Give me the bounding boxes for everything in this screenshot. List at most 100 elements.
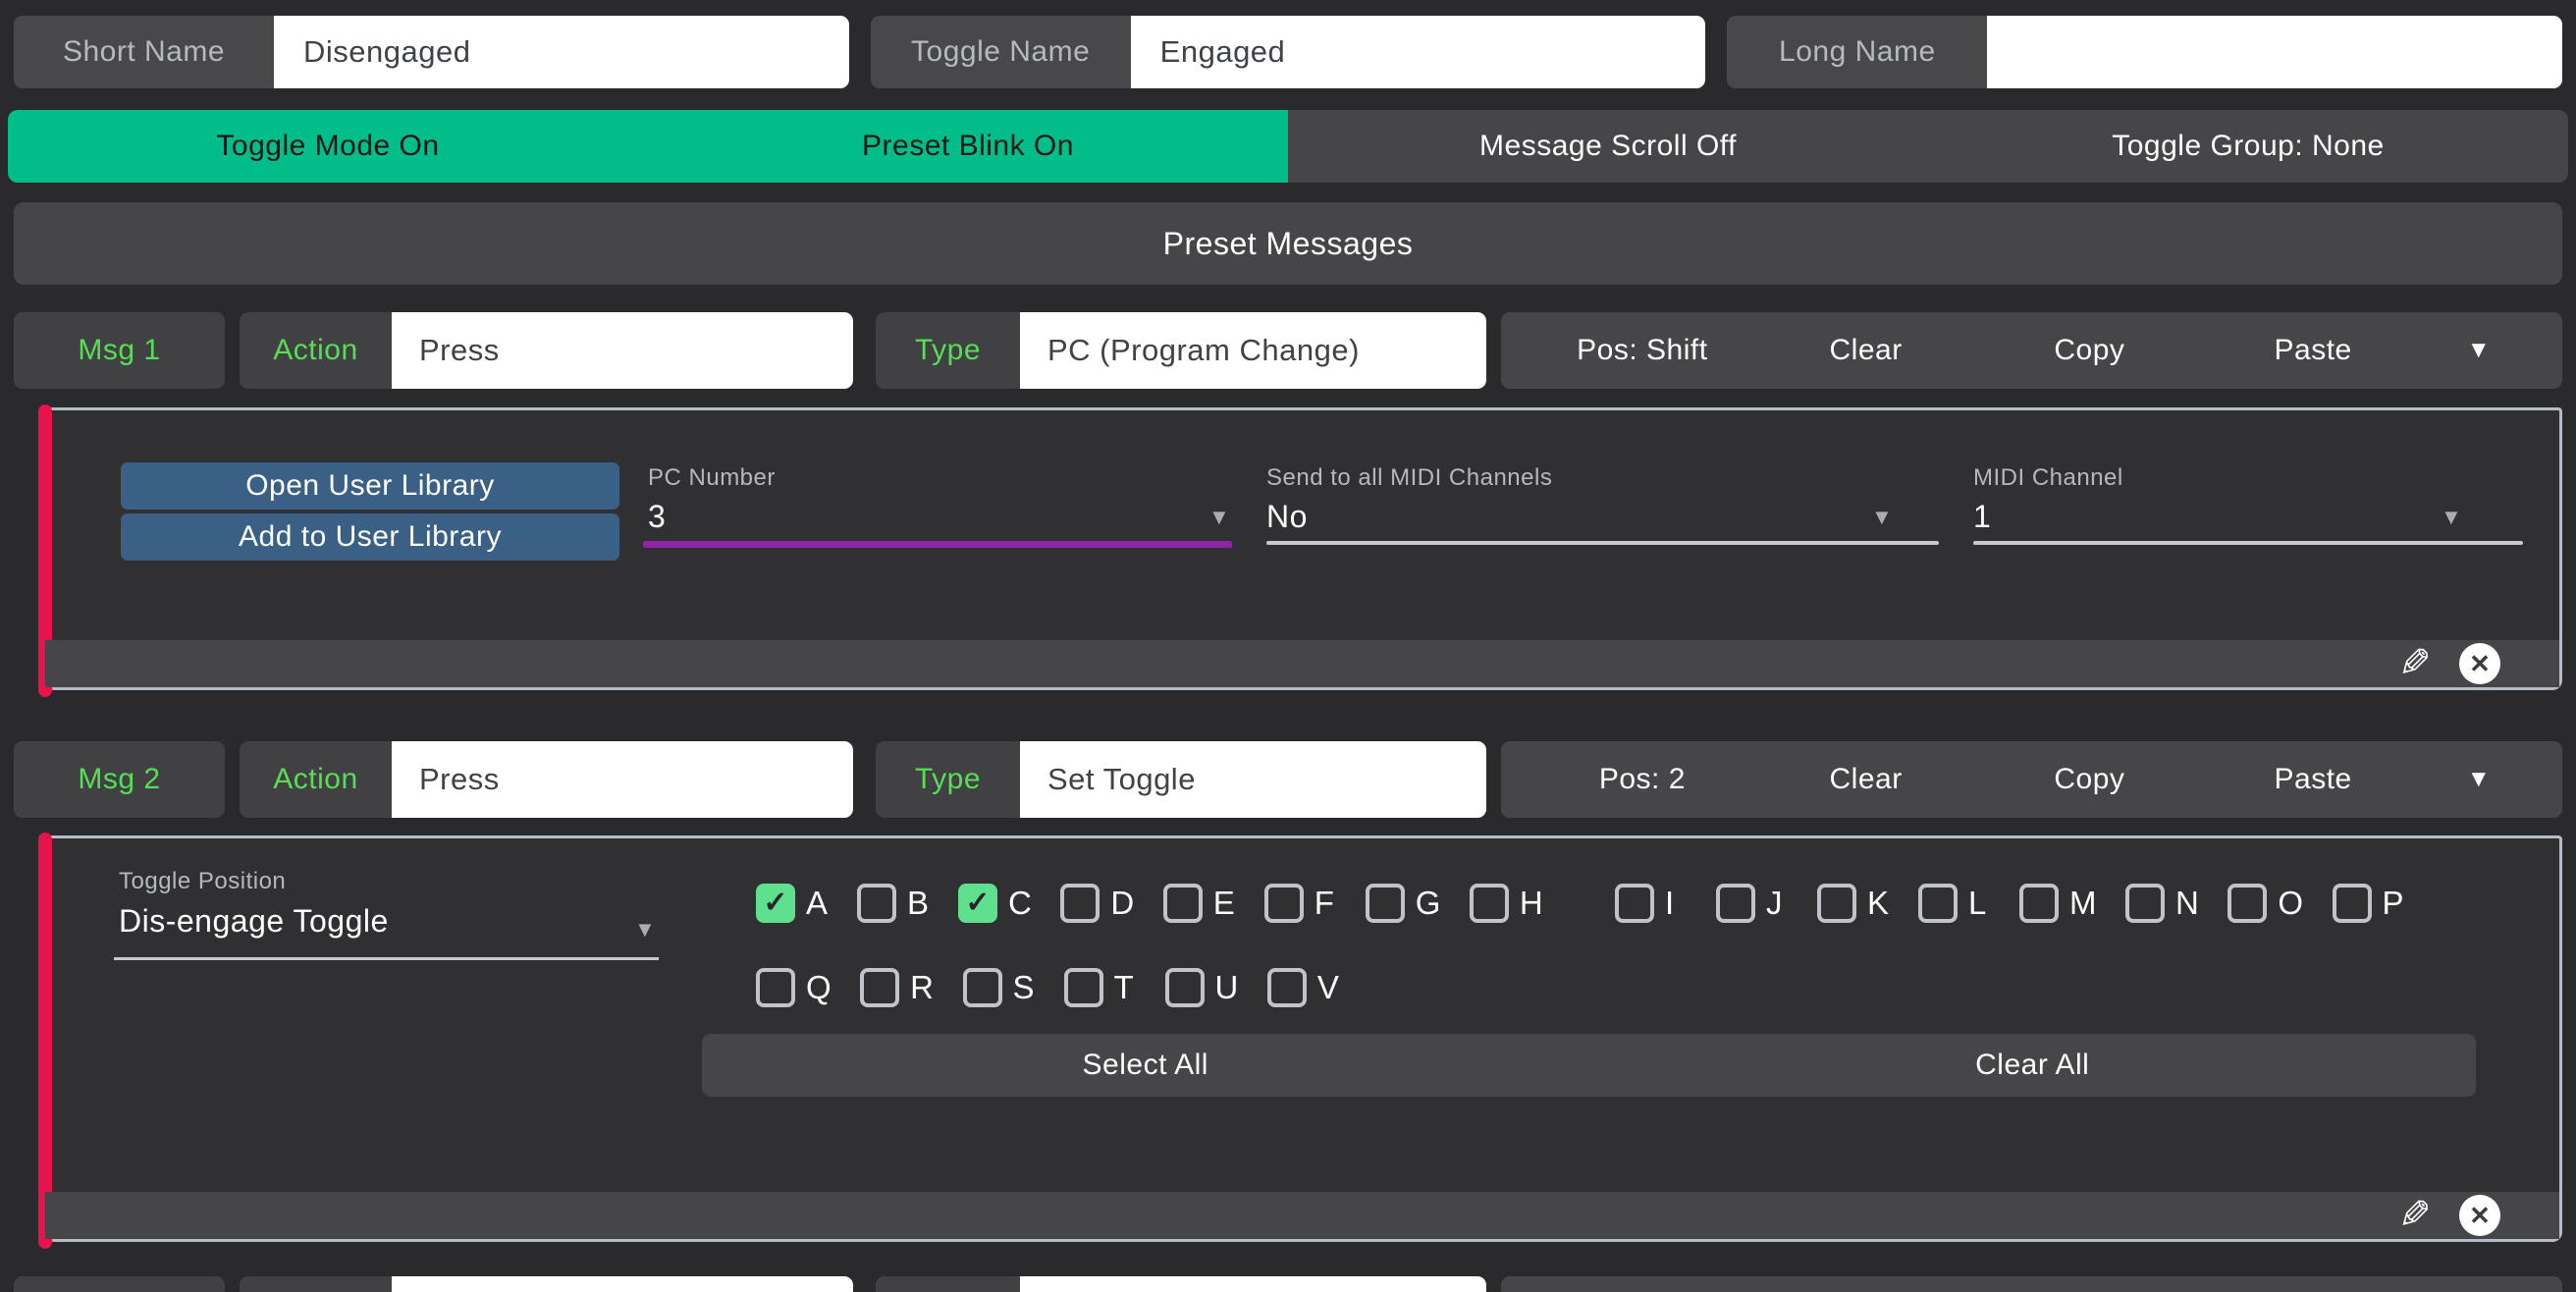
checkbox-k[interactable]: ✓ [1817,884,1856,923]
midi-channel-arrow-icon[interactable]: ▼ [2441,505,2462,530]
preset-item-r[interactable]: ✓R [860,968,934,1007]
msg2-pos-button[interactable]: Pos: 2 [1530,763,1754,796]
close-icon[interactable]: ✕ [2459,643,2500,684]
preset-item-b[interactable]: ✓B [857,884,930,923]
checkbox-f[interactable]: ✓ [1264,884,1304,923]
checkbox-j[interactable]: ✓ [1716,884,1755,923]
msg1-action-label: Action [240,312,392,389]
open-user-library-button[interactable]: Open User Library [121,462,619,510]
toggle-position-value[interactable]: Dis-engage Toggle [119,903,389,940]
edit-icon[interactable]: ✎ [2398,644,2432,683]
msg1-copy-button[interactable]: Copy [1978,334,2202,367]
msg2-accent-bar [38,833,52,1249]
msg2-copy-button[interactable]: Copy [1978,763,2202,796]
add-to-user-library-button[interactable]: Add to User Library [121,513,619,561]
preset-blink-button[interactable]: Preset Blink On [648,110,1288,183]
preset-item-t[interactable]: ✓T [1064,968,1137,1007]
checkbox-m[interactable]: ✓ [2019,884,2059,923]
preset-item-m[interactable]: ✓M [2019,884,2097,923]
pc-number-arrow-icon[interactable]: ▼ [1208,505,1230,530]
checkbox-i[interactable]: ✓ [1615,884,1654,923]
msg3-action-select[interactable] [392,1276,853,1292]
checkbox-label: M [2069,885,2097,922]
msg2-action-select[interactable]: Press [392,741,853,818]
checkbox-g[interactable]: ✓ [1366,884,1405,923]
msg2-type-select[interactable]: Set Toggle [1020,741,1486,818]
checkbox-s[interactable]: ✓ [963,968,1002,1007]
msg2-paste-button[interactable]: Paste [2201,763,2425,796]
checkbox-label: I [1665,885,1675,922]
long-name-label: Long Name [1727,16,1987,88]
checkbox-a[interactable]: ✓ [756,884,795,923]
checkbox-v[interactable]: ✓ [1267,968,1307,1007]
checkbox-u[interactable]: ✓ [1165,968,1205,1007]
msg2-footer: ✎ ✕ [45,1192,2559,1239]
preset-item-c[interactable]: ✓C [958,884,1032,923]
send-all-value[interactable]: No [1266,499,1308,535]
preset-item-v[interactable]: ✓V [1267,968,1340,1007]
message-scroll-button[interactable]: Message Scroll Off [1288,110,1928,183]
checkbox-o[interactable]: ✓ [2227,884,2267,923]
edit-icon[interactable]: ✎ [2398,1196,2432,1235]
checkbox-d[interactable]: ✓ [1060,884,1100,923]
clear-all-button[interactable]: Clear All [1589,1049,2477,1082]
midi-channel-value[interactable]: 1 [1973,499,1991,535]
preset-item-s[interactable]: ✓S [963,968,1036,1007]
preset-group-a-h: ✓A ✓B ✓C ✓D ✓E ✓F ✓G ✓H [756,884,1543,923]
preset-item-j[interactable]: ✓J [1716,884,1789,923]
checkbox-q[interactable]: ✓ [756,968,795,1007]
preset-item-i[interactable]: ✓I [1615,884,1688,923]
msg1-clear-button[interactable]: Clear [1754,334,1978,367]
msg2-tag[interactable]: Msg 2 [14,741,225,818]
select-all-button[interactable]: Select All [702,1049,1589,1082]
msg1-action-select[interactable]: Press [392,312,853,389]
preset-item-f[interactable]: ✓F [1264,884,1337,923]
msg1-paste-button[interactable]: Paste [2201,334,2425,367]
checkbox-b[interactable]: ✓ [857,884,896,923]
preset-item-a[interactable]: ✓A [756,884,829,923]
msg1-tag[interactable]: Msg 1 [14,312,225,389]
preset-item-o[interactable]: ✓O [2227,884,2303,923]
msg2-type-label: Type [876,741,1020,818]
preset-item-n[interactable]: ✓N [2125,884,2199,923]
checkbox-l[interactable]: ✓ [1918,884,1958,923]
checkbox-r[interactable]: ✓ [860,968,899,1007]
msg1-pos-button[interactable]: Pos: Shift [1530,334,1754,367]
msg1-type-select[interactable]: PC (Program Change) [1020,312,1486,389]
msg2-clear-button[interactable]: Clear [1754,763,1978,796]
toggle-position-underline [114,957,659,960]
checkbox-c[interactable]: ✓ [958,884,997,923]
checkbox-label: S [1013,969,1036,1006]
checkbox-n[interactable]: ✓ [2125,884,2165,923]
close-icon[interactable]: ✕ [2459,1195,2500,1236]
toggle-mode-button[interactable]: Toggle Mode On [8,110,648,183]
checkbox-h[interactable]: ✓ [1470,884,1509,923]
checkbox-t[interactable]: ✓ [1064,968,1103,1007]
checkbox-label: A [806,885,829,922]
pc-number-value[interactable]: 3 [648,499,666,535]
toggle-name-input[interactable] [1131,16,1706,88]
preset-item-h[interactable]: ✓H [1470,884,1543,923]
toggle-position-arrow-icon[interactable]: ▼ [634,917,656,942]
msg1-type-label: Type [876,312,1020,389]
msg1-collapse-arrow-icon[interactable]: ▼ [2425,337,2533,364]
checkbox-e[interactable]: ✓ [1163,884,1203,923]
name-fields-row: Short Name Toggle Name Long Name [14,16,2562,88]
preset-item-g[interactable]: ✓G [1366,884,1441,923]
checkbox-p[interactable]: ✓ [2333,884,2372,923]
msg2-collapse-arrow-icon[interactable]: ▼ [2425,766,2533,793]
preset-item-d[interactable]: ✓D [1060,884,1134,923]
toggle-group-button[interactable]: Toggle Group: None [1928,110,2568,183]
long-name-input[interactable] [1987,16,2562,88]
preset-item-e[interactable]: ✓E [1163,884,1236,923]
msg3-tag[interactable] [14,1276,225,1292]
short-name-input[interactable] [274,16,849,88]
send-all-arrow-icon[interactable]: ▼ [1871,505,1893,530]
preset-item-l[interactable]: ✓L [1918,884,1991,923]
preset-item-u[interactable]: ✓U [1165,968,1239,1007]
preset-item-q[interactable]: ✓Q [756,968,832,1007]
msg3-type-select[interactable] [1020,1276,1486,1292]
checkbox-label: L [1968,885,1987,922]
preset-item-k[interactable]: ✓K [1817,884,1890,923]
preset-item-p[interactable]: ✓P [2333,884,2405,923]
